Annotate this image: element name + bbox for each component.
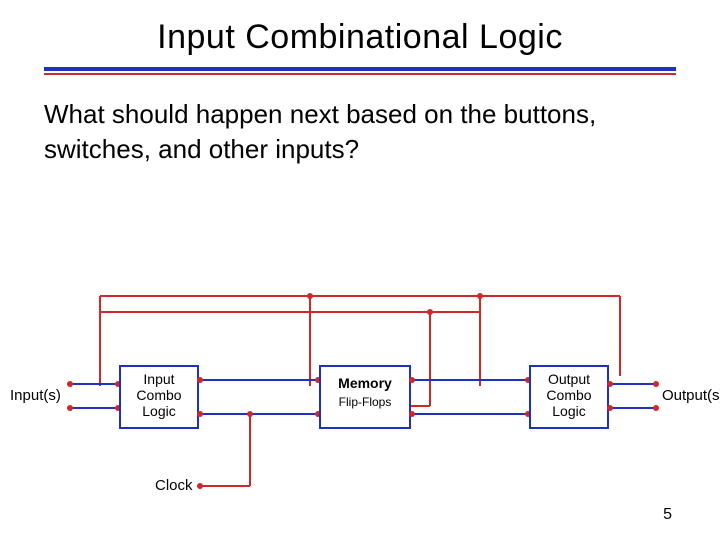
block-input-combo-line2: Combo xyxy=(136,387,181,403)
page-number: 5 xyxy=(663,506,672,524)
slide-body-text: What should happen next based on the but… xyxy=(0,71,720,167)
block-output-combo-line2: Combo xyxy=(546,387,591,403)
block-diagram: Input(s) Input Combo Logic Memory Flip-F… xyxy=(0,276,720,516)
outputs-label: Output(s) xyxy=(662,387,720,404)
slide-title: Input Combinational Logic xyxy=(0,0,720,57)
clock-label: Clock xyxy=(155,477,193,494)
block-output-combo-line1: Output xyxy=(548,371,590,387)
block-memory-line1: Memory xyxy=(338,375,392,391)
block-memory-line2: Flip-Flops xyxy=(339,395,392,409)
inputs-label: Input(s) xyxy=(10,387,61,404)
block-input-combo-line3: Logic xyxy=(142,403,175,419)
block-output-combo-line3: Logic xyxy=(552,403,585,419)
block-input-combo-line1: Input xyxy=(143,371,174,387)
title-underline xyxy=(44,67,676,71)
